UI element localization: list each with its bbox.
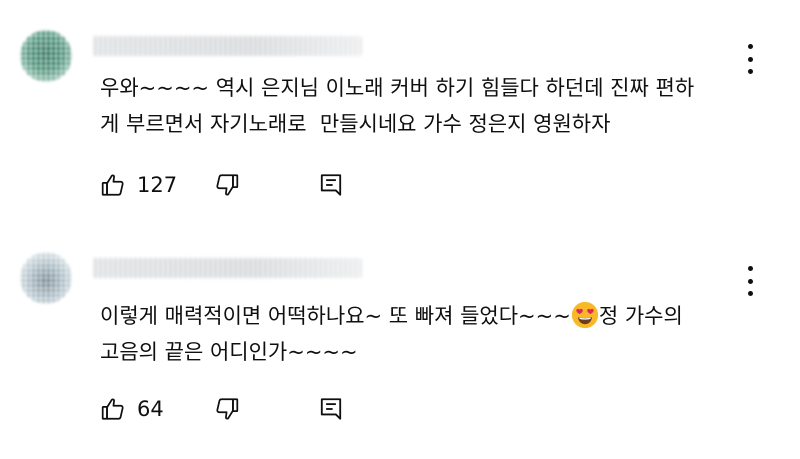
- comment-actions: 127: [100, 166, 360, 206]
- thumbs-up-icon[interactable]: [100, 396, 126, 422]
- comment-menu-button[interactable]: [740, 266, 760, 296]
- more-vertical-icon: [747, 44, 753, 49]
- like-count: 127: [137, 173, 178, 197]
- comment-text: 우와~~~~ 역시 은지님 이노래 커버 하기 힘들다 하던데 진짜 편하 게 …: [100, 76, 695, 136]
- comment-text: 이렇게 매력적이면 어떡하나요~ 또 빠져 들었다~~~ 정 가수의 고음의 끝…: [100, 298, 730, 370]
- thumbs-down-icon[interactable]: [214, 396, 240, 422]
- author-name-blurred[interactable]: [92, 36, 362, 56]
- comment-text-part: 이렇게 매력적이면 어떡하나요~ 또 빠져 들었다~~~: [100, 304, 571, 328]
- comment-menu-button[interactable]: [740, 44, 760, 74]
- like-count: 64: [137, 397, 164, 421]
- avatar[interactable]: [20, 252, 72, 304]
- reply-comment-icon[interactable]: [318, 172, 344, 198]
- thumbs-up-icon[interactable]: [100, 172, 126, 198]
- reply-comment-icon[interactable]: [318, 396, 344, 422]
- more-vertical-icon: [747, 266, 753, 271]
- heart-eyes-emoji-icon: [571, 301, 599, 329]
- thumbs-down-icon[interactable]: [214, 172, 240, 198]
- comment-actions: 64: [100, 390, 360, 430]
- author-name-blurred[interactable]: [92, 258, 362, 278]
- avatar[interactable]: [20, 30, 72, 82]
